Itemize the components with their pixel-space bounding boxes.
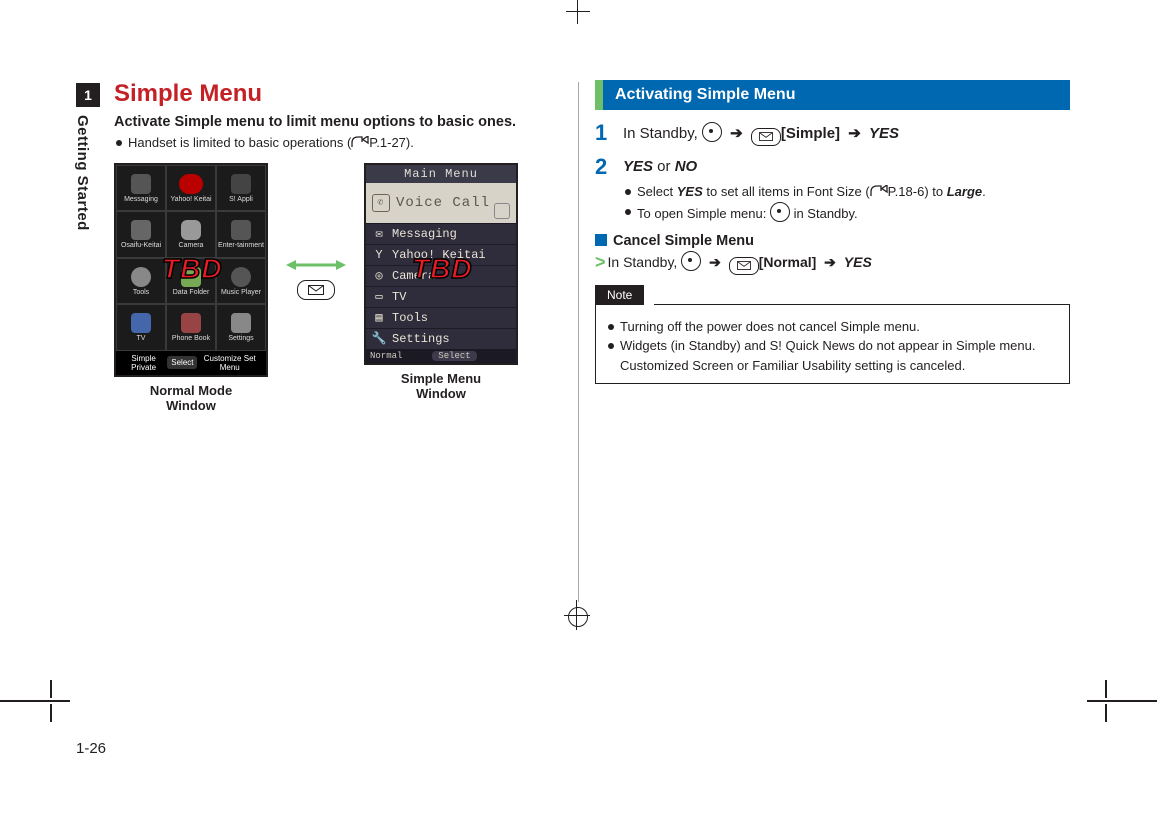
- tv-icon: [131, 313, 151, 333]
- step-2-sub-1: Select YES to set all items in Font Size…: [623, 182, 1070, 202]
- grid-camera: Camera: [166, 211, 216, 258]
- appli-icon: [231, 174, 251, 194]
- wrench-icon: 🔧: [372, 333, 386, 345]
- screenshots-row: Messaging Yahoo! Keitai S! Appli Osaifu-…: [114, 163, 559, 414]
- simple-menu-voice: ✆ Voice Call: [366, 183, 516, 223]
- page-title: Simple Menu: [114, 80, 559, 108]
- sm-yahoo: YYahoo! Keitai: [366, 244, 516, 265]
- camera-small-icon: ◎: [372, 270, 386, 282]
- intro-bullets: Handset is limited to basic operations (…: [114, 134, 559, 153]
- page: 1 Getting Started Simple Menu Activate S…: [0, 0, 1157, 815]
- center-key-icon: [681, 251, 701, 271]
- arrow-block: [286, 258, 346, 300]
- section-accent-bar: [595, 80, 603, 110]
- simple-menu-phone: Main Menu ✆ Voice Call ✉Messaging YYahoo…: [364, 163, 518, 365]
- entertainment-icon: [231, 220, 251, 240]
- step-body: In Standby, ➔ [Simple] ➔ YES: [623, 122, 1070, 146]
- messaging-icon: [131, 174, 151, 194]
- normal-caption: Normal Mode Window: [114, 383, 268, 414]
- mail-key-icon: [729, 257, 759, 275]
- phone-book-icon: [181, 313, 201, 333]
- left-column: Simple Menu Activate Simple menu to limi…: [114, 80, 559, 414]
- note-bullets: Turning off the power does not cancel Si…: [606, 317, 1059, 376]
- cancel-line: >In Standby, ➔ [Normal] ➔ YES: [595, 251, 1070, 275]
- grid-osaifu: Osaifu-Keitai: [116, 211, 166, 258]
- right-column: Activating Simple Menu 1 In Standby, ➔ […: [595, 80, 1070, 384]
- intro-bullet: Handset is limited to basic operations (…: [114, 134, 559, 153]
- yahoo-y-icon: Y: [372, 249, 386, 261]
- music-player-icon: [231, 267, 251, 287]
- square-bullet-icon: [595, 234, 607, 246]
- chapter-tab: 1: [76, 83, 100, 107]
- note-item: Turning off the power does not cancel Si…: [606, 317, 1059, 337]
- tv-small-icon: ▭: [372, 291, 386, 303]
- section-title: Activating Simple Menu: [603, 80, 1070, 110]
- data-folder-icon: [181, 267, 201, 287]
- mail-icon: ✉: [372, 228, 386, 240]
- crop-mark-left: [0, 700, 70, 702]
- note-box: Note Turning off the power does not canc…: [595, 305, 1070, 385]
- grid-settings: Settings: [216, 304, 266, 351]
- grid-tools: Tools: [116, 258, 166, 305]
- note-top-border: [654, 304, 1070, 305]
- step-body: YES or NO Select YES to set all items in…: [623, 156, 1070, 224]
- grid-messaging: Messaging: [116, 165, 166, 212]
- section-header: Activating Simple Menu: [595, 80, 1070, 110]
- sm-settings: 🔧Settings: [366, 328, 516, 349]
- crop-mark-top: [566, 0, 590, 24]
- simple-menu-title: Main Menu: [366, 165, 516, 183]
- grid-tv: TV: [116, 304, 166, 351]
- grid-yahoo-keitai: Yahoo! Keitai: [166, 165, 216, 212]
- grid-music-player: Music Player: [216, 258, 266, 305]
- sm-tools: ▤Tools: [366, 307, 516, 328]
- center-key-icon: [702, 122, 722, 142]
- center-key-icon: [770, 202, 790, 222]
- grid-s-appli: S! Appli: [216, 165, 266, 212]
- note-label: Note: [595, 285, 644, 305]
- camera-icon: [181, 220, 201, 240]
- grid-phone-book: Phone Book: [166, 304, 216, 351]
- yahoo-icon: [179, 174, 203, 194]
- voice-call-icon: ✆: [372, 194, 390, 212]
- sm-camera: ◎Camera: [366, 265, 516, 286]
- step-2-sub-2: To open Simple menu: in Standby.: [623, 202, 1070, 224]
- tools-icon: [131, 267, 151, 287]
- osaifu-icon: [131, 220, 151, 240]
- normal-softkeys: Simple Private Select Customize Set Menu: [116, 351, 266, 375]
- sm-tv: ▭TV: [366, 286, 516, 307]
- step-number: 2: [595, 156, 613, 178]
- settings-icon: [231, 313, 251, 333]
- simple-menu-shot: Main Menu ✆ Voice Call ✉Messaging YYahoo…: [364, 163, 518, 402]
- grid-data-folder: Data Folder: [166, 258, 216, 305]
- normal-mode-phone: Messaging Yahoo! Keitai S! Appli Osaifu-…: [114, 163, 268, 377]
- step-2-sub-bullets: Select YES to set all items in Font Size…: [623, 182, 1070, 223]
- tools-small-icon: ▤: [372, 312, 386, 324]
- simple-caption: Simple Menu Window: [364, 371, 518, 402]
- side-section-label: Getting Started: [74, 115, 91, 231]
- chevron-right-icon: >: [595, 252, 606, 272]
- grid-entertainment: Enter-tainment: [216, 211, 266, 258]
- step-1: 1 In Standby, ➔ [Simple] ➔ YES: [595, 122, 1070, 146]
- note-item: Widgets (in Standby) and S! Quick News d…: [606, 336, 1059, 375]
- step-2: 2 YES or NO Select YES to set all items …: [595, 156, 1070, 224]
- simple-softkeys: Normal Select: [366, 349, 516, 363]
- page-number: 1-26: [76, 740, 106, 757]
- step-number: 1: [595, 122, 613, 144]
- crop-mark-right: [1087, 700, 1157, 702]
- lead-text: Activate Simple menu to limit menu optio…: [114, 114, 559, 130]
- sm-messaging: ✉Messaging: [366, 223, 516, 244]
- mail-key-icon: [751, 128, 781, 146]
- phone-small-icon: [494, 203, 510, 219]
- normal-mode-shot: Messaging Yahoo! Keitai S! Appli Osaifu-…: [114, 163, 268, 414]
- mail-key-icon: [297, 280, 335, 300]
- column-divider: [578, 82, 579, 602]
- crossref-icon: [870, 185, 888, 197]
- double-arrow-icon: [286, 258, 346, 272]
- crossref-icon: [351, 136, 369, 148]
- cancel-heading: Cancel Simple Menu: [595, 233, 1070, 249]
